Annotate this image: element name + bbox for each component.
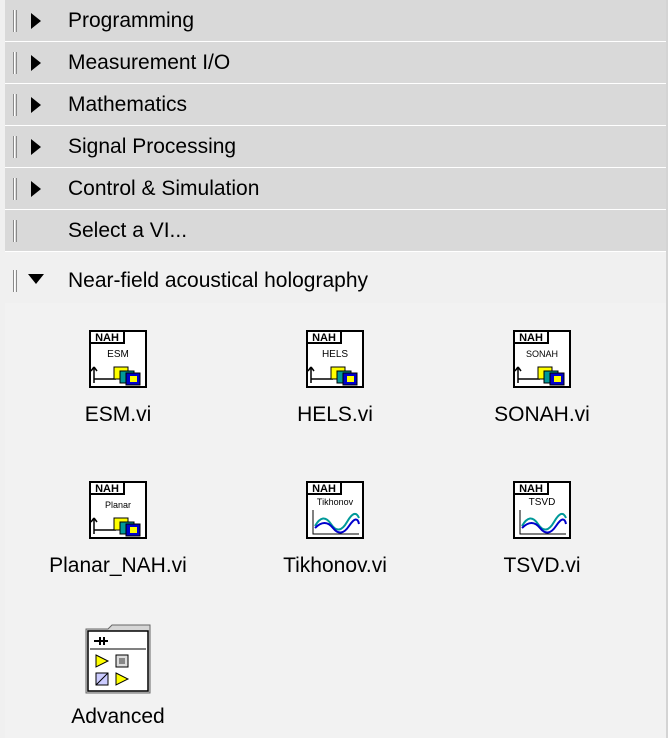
svg-text:HELS: HELS (322, 349, 348, 360)
nah-vi-icon: NAH HELS (306, 330, 364, 388)
vi-label: SONAH.vi (494, 403, 590, 426)
svg-text:Planar: Planar (105, 500, 131, 510)
grip-handle[interactable] (13, 178, 17, 200)
vi-hels[interactable]: NAH HELS HELS.vi (245, 327, 425, 427)
vi-sonah[interactable]: NAH SONAH SONAH.vi (452, 327, 632, 427)
svg-text:ESM: ESM (107, 349, 129, 360)
svg-text:NAH: NAH (312, 332, 336, 344)
nah-vi-icon: NAH ESM (89, 330, 147, 388)
vi-tikhonov[interactable]: NAH Tikhonov Tikhonov.vi (245, 478, 425, 578)
category-label: Measurement I/O (68, 51, 231, 74)
vi-label: HELS.vi (297, 403, 373, 426)
category-control-simulation[interactable]: Control & Simulation (5, 168, 666, 210)
grip-handle[interactable] (13, 94, 17, 116)
nah-vi-icon: NAH Planar (89, 481, 147, 539)
category-measurement-io[interactable]: Measurement I/O (5, 42, 666, 84)
expand-arrow-icon (31, 181, 41, 197)
svg-text:TSVD: TSVD (529, 497, 556, 508)
category-near-field-acoustical-holography[interactable]: Near-field acoustical holography (5, 258, 666, 303)
svg-text:NAH: NAH (519, 483, 543, 495)
vi-label: Planar_NAH.vi (49, 554, 187, 577)
category-signal-processing[interactable]: Signal Processing (5, 126, 666, 168)
expand-arrow-icon (31, 13, 41, 29)
expand-arrow-icon (31, 55, 41, 71)
grip-handle[interactable] (13, 10, 17, 32)
category-label: Near-field acoustical holography (68, 269, 368, 292)
subpalette-contents: NAH ESM ESM.vi NAH HELS HELS.vi NAH SONA… (5, 303, 666, 738)
category-label: Mathematics (68, 93, 188, 116)
category-mathematics[interactable]: Mathematics (5, 84, 666, 126)
category-programming[interactable]: Programming (5, 0, 666, 42)
svg-text:SONAH: SONAH (526, 349, 558, 359)
vi-label: Advanced (71, 705, 165, 728)
collapse-arrow-icon (28, 274, 44, 284)
category-select-a-vi[interactable]: Select a VI... (5, 210, 666, 252)
svg-text:NAH: NAH (312, 483, 336, 495)
nah-vi-icon: NAH SONAH (513, 330, 571, 388)
category-label: Programming (68, 9, 195, 32)
vi-label: ESM.vi (84, 403, 152, 426)
svg-text:NAH: NAH (519, 332, 543, 344)
vi-label: TSVD.vi (503, 554, 581, 577)
category-label: Signal Processing (68, 135, 237, 158)
subpalette-advanced[interactable]: Advanced (28, 621, 208, 729)
vi-tsvd[interactable]: NAH TSVD TSVD.vi (452, 478, 632, 578)
category-label: Control & Simulation (68, 177, 260, 200)
svg-text:NAH: NAH (95, 332, 119, 344)
svg-text:Tikhonov: Tikhonov (317, 497, 354, 507)
grip-handle[interactable] (13, 52, 17, 74)
vi-label: Tikhonov.vi (283, 554, 387, 577)
expand-arrow-icon (31, 139, 41, 155)
subpalette-folder-icon (85, 624, 151, 694)
grip-handle[interactable] (13, 136, 17, 158)
svg-text:NAH: NAH (95, 483, 119, 495)
expand-arrow-icon (31, 97, 41, 113)
category-label: Select a VI... (68, 219, 188, 242)
grip-handle[interactable] (13, 270, 17, 292)
vi-esm[interactable]: NAH ESM ESM.vi (28, 327, 208, 427)
nah-wave-icon: NAH TSVD (513, 481, 571, 539)
vi-planar-nah[interactable]: NAH Planar Planar_NAH.vi (28, 478, 208, 578)
grip-handle[interactable] (13, 220, 17, 242)
functions-palette: Programming Measurement I/O Mathematics … (0, 0, 668, 738)
nah-wave-icon: NAH Tikhonov (306, 481, 364, 539)
